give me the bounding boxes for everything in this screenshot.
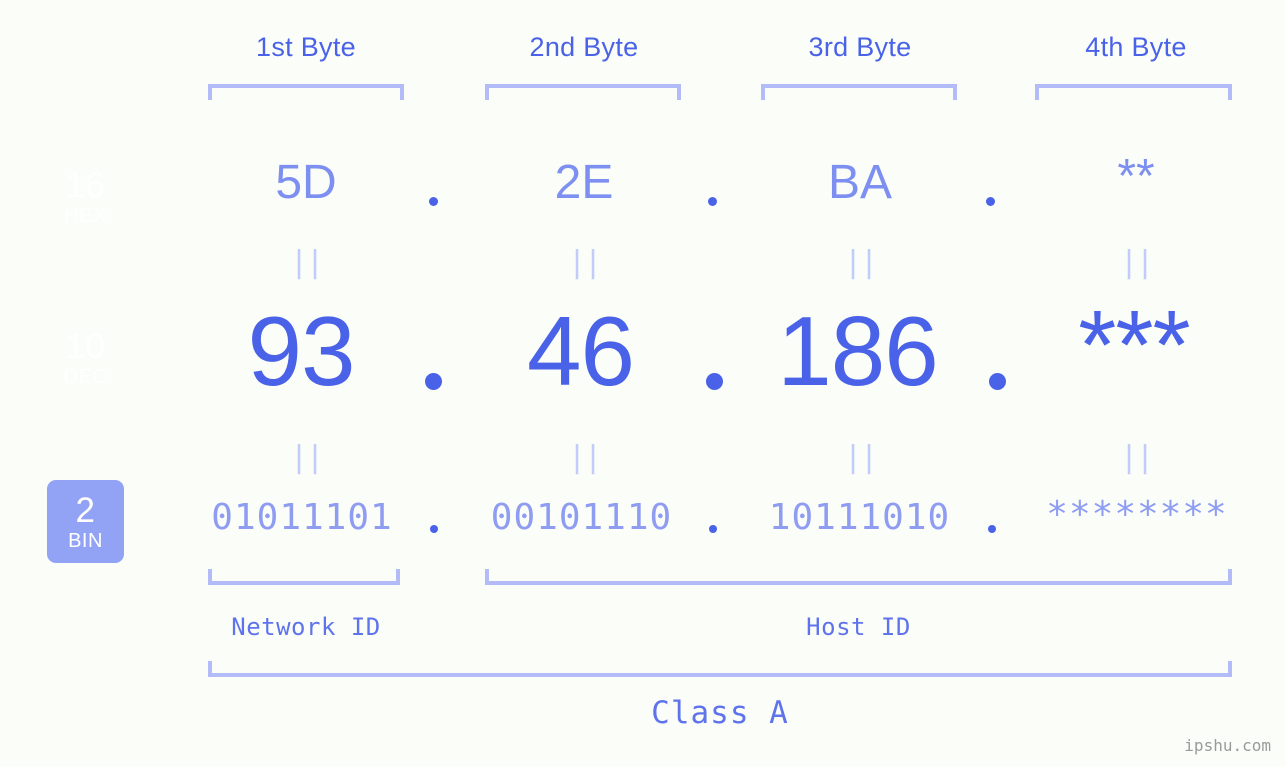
base-badge-bin: 2 BIN bbox=[47, 480, 124, 563]
hex-byte-3: BA bbox=[827, 156, 893, 209]
dec-byte-4: *** bbox=[1078, 290, 1190, 400]
network-id-bracket bbox=[208, 569, 400, 585]
dec-separator-dot-3 bbox=[989, 373, 1006, 390]
network-id-label: Network ID bbox=[231, 613, 381, 641]
class-label: Class A bbox=[651, 695, 789, 731]
class-bracket bbox=[208, 661, 1232, 677]
dec-separator-dot-2 bbox=[706, 373, 723, 390]
byte-header-label-4: 4th Byte bbox=[1085, 32, 1187, 62]
base-badge-dec-number: 10 bbox=[65, 326, 106, 366]
byte-header-label-1: 1st Byte bbox=[256, 32, 356, 62]
dec-byte-2: 46 bbox=[526, 296, 635, 406]
bin-byte-3: 10111010 bbox=[768, 497, 951, 538]
equals-mark-dec-bin-3: || bbox=[843, 440, 878, 475]
watermark: ipshu.com bbox=[1184, 736, 1271, 755]
equals-mark-hex-dec-1: || bbox=[289, 245, 324, 280]
bin-byte-4: ******** bbox=[1046, 494, 1228, 535]
dec-separator-dot-1 bbox=[425, 373, 442, 390]
hex-separator-dot-1 bbox=[429, 197, 438, 206]
base-badge-hex-name: HEX bbox=[64, 204, 107, 227]
byte-bracket-1 bbox=[208, 84, 404, 100]
bin-byte-2: 00101110 bbox=[490, 497, 673, 538]
byte-bracket-3 bbox=[761, 84, 957, 100]
bin-byte-1: 01011101 bbox=[211, 497, 393, 538]
hex-separator-dot-3 bbox=[986, 197, 995, 206]
equals-mark-dec-bin-2: || bbox=[567, 440, 602, 475]
byte-header-label-2: 2nd Byte bbox=[529, 32, 639, 62]
base-badge-dec-name: DEC bbox=[63, 365, 108, 388]
host-id-label: Host ID bbox=[806, 613, 911, 641]
byte-bracket-4 bbox=[1035, 84, 1232, 100]
dec-byte-1: 93 bbox=[247, 296, 355, 406]
base-badge-hex-number: 16 bbox=[65, 165, 106, 205]
bin-separator-dot-2 bbox=[709, 525, 717, 533]
equals-mark-dec-bin-1: || bbox=[289, 440, 324, 475]
equals-mark-hex-dec-3: || bbox=[843, 245, 878, 280]
equals-mark-hex-dec-2: || bbox=[567, 245, 602, 280]
host-id-bracket bbox=[485, 569, 1232, 585]
ip-address-breakdown-diagram: 1st Byte 2nd Byte 3rd Byte 4th Byte 16 H… bbox=[0, 0, 1285, 767]
hex-byte-1: 5D bbox=[275, 156, 337, 209]
byte-bracket-2 bbox=[485, 84, 681, 100]
bin-separator-dot-3 bbox=[988, 525, 996, 533]
base-badge-hex: 16 HEX bbox=[47, 155, 124, 238]
equals-mark-hex-dec-4: || bbox=[1119, 245, 1154, 280]
base-badge-bin-number: 2 bbox=[75, 490, 96, 530]
hex-byte-2: 2E bbox=[554, 156, 614, 209]
dec-byte-3: 186 bbox=[777, 296, 939, 406]
equals-mark-dec-bin-4: || bbox=[1119, 440, 1154, 475]
hex-byte-4: ** bbox=[1117, 150, 1155, 203]
bin-separator-dot-1 bbox=[430, 525, 438, 533]
base-badge-bin-name: BIN bbox=[68, 529, 103, 552]
byte-header-label-3: 3rd Byte bbox=[808, 32, 912, 62]
hex-separator-dot-2 bbox=[708, 197, 717, 206]
base-badge-dec: 10 DEC bbox=[47, 316, 124, 399]
